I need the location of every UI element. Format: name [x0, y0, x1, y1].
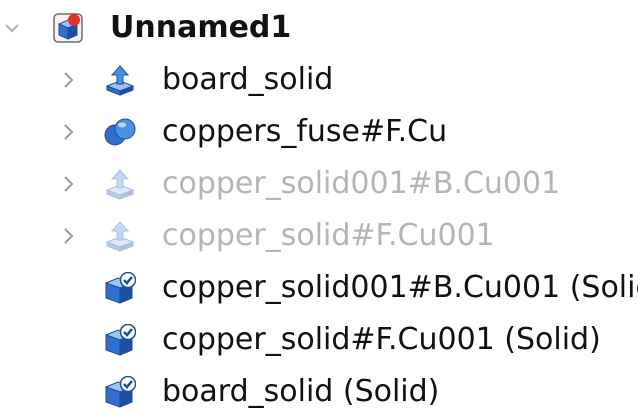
tree-item-label: copper_solid#F.Cu001: [162, 218, 495, 253]
tree-row-coppers-fuse[interactable]: coppers_fuse#F.Cu: [0, 106, 638, 158]
tree-item-label: copper_solid#F.Cu001 (Solid): [162, 322, 601, 357]
chevron-right-icon[interactable]: [56, 66, 80, 94]
tree-row-root[interactable]: Unnamed1: [0, 2, 638, 54]
tree-row-board-solid[interactable]: board_solid: [0, 54, 638, 106]
tree-item-label: copper_solid001#B.Cu001 (Solid): [162, 270, 638, 305]
extrude-icon: [104, 64, 136, 96]
fusion-icon: [104, 116, 136, 148]
extrude-icon: [104, 220, 136, 252]
tree-item-label: board_solid (Solid): [162, 374, 440, 409]
extrude-icon: [104, 168, 136, 200]
tree-root-label: Unnamed1: [110, 10, 292, 45]
chevron-right-icon[interactable]: [56, 118, 80, 146]
solid-check-icon: [104, 376, 136, 408]
tree-row-copper-solid-fcu001-solid[interactable]: copper_solid#F.Cu001 (Solid): [0, 314, 638, 366]
solid-check-icon: [104, 324, 136, 356]
tree-item-label: copper_solid001#B.Cu001: [162, 166, 561, 201]
tree-row-copper-solid-fcu001[interactable]: copper_solid#F.Cu001: [0, 210, 638, 262]
tree-row-board-solid-solid[interactable]: board_solid (Solid): [0, 366, 638, 418]
tree-item-label: board_solid: [162, 62, 334, 97]
chevron-right-icon[interactable]: [56, 170, 80, 198]
document-icon: [52, 12, 84, 44]
tree-row-copper-solid001-solid[interactable]: copper_solid001#B.Cu001 (Solid): [0, 262, 638, 314]
tree-row-copper-solid001-bcu001[interactable]: copper_solid001#B.Cu001: [0, 158, 638, 210]
solid-check-icon: [104, 272, 136, 304]
tree-item-label: coppers_fuse#F.Cu: [162, 114, 448, 149]
chevron-right-icon[interactable]: [56, 222, 80, 250]
chevron-down-icon[interactable]: [0, 14, 24, 42]
